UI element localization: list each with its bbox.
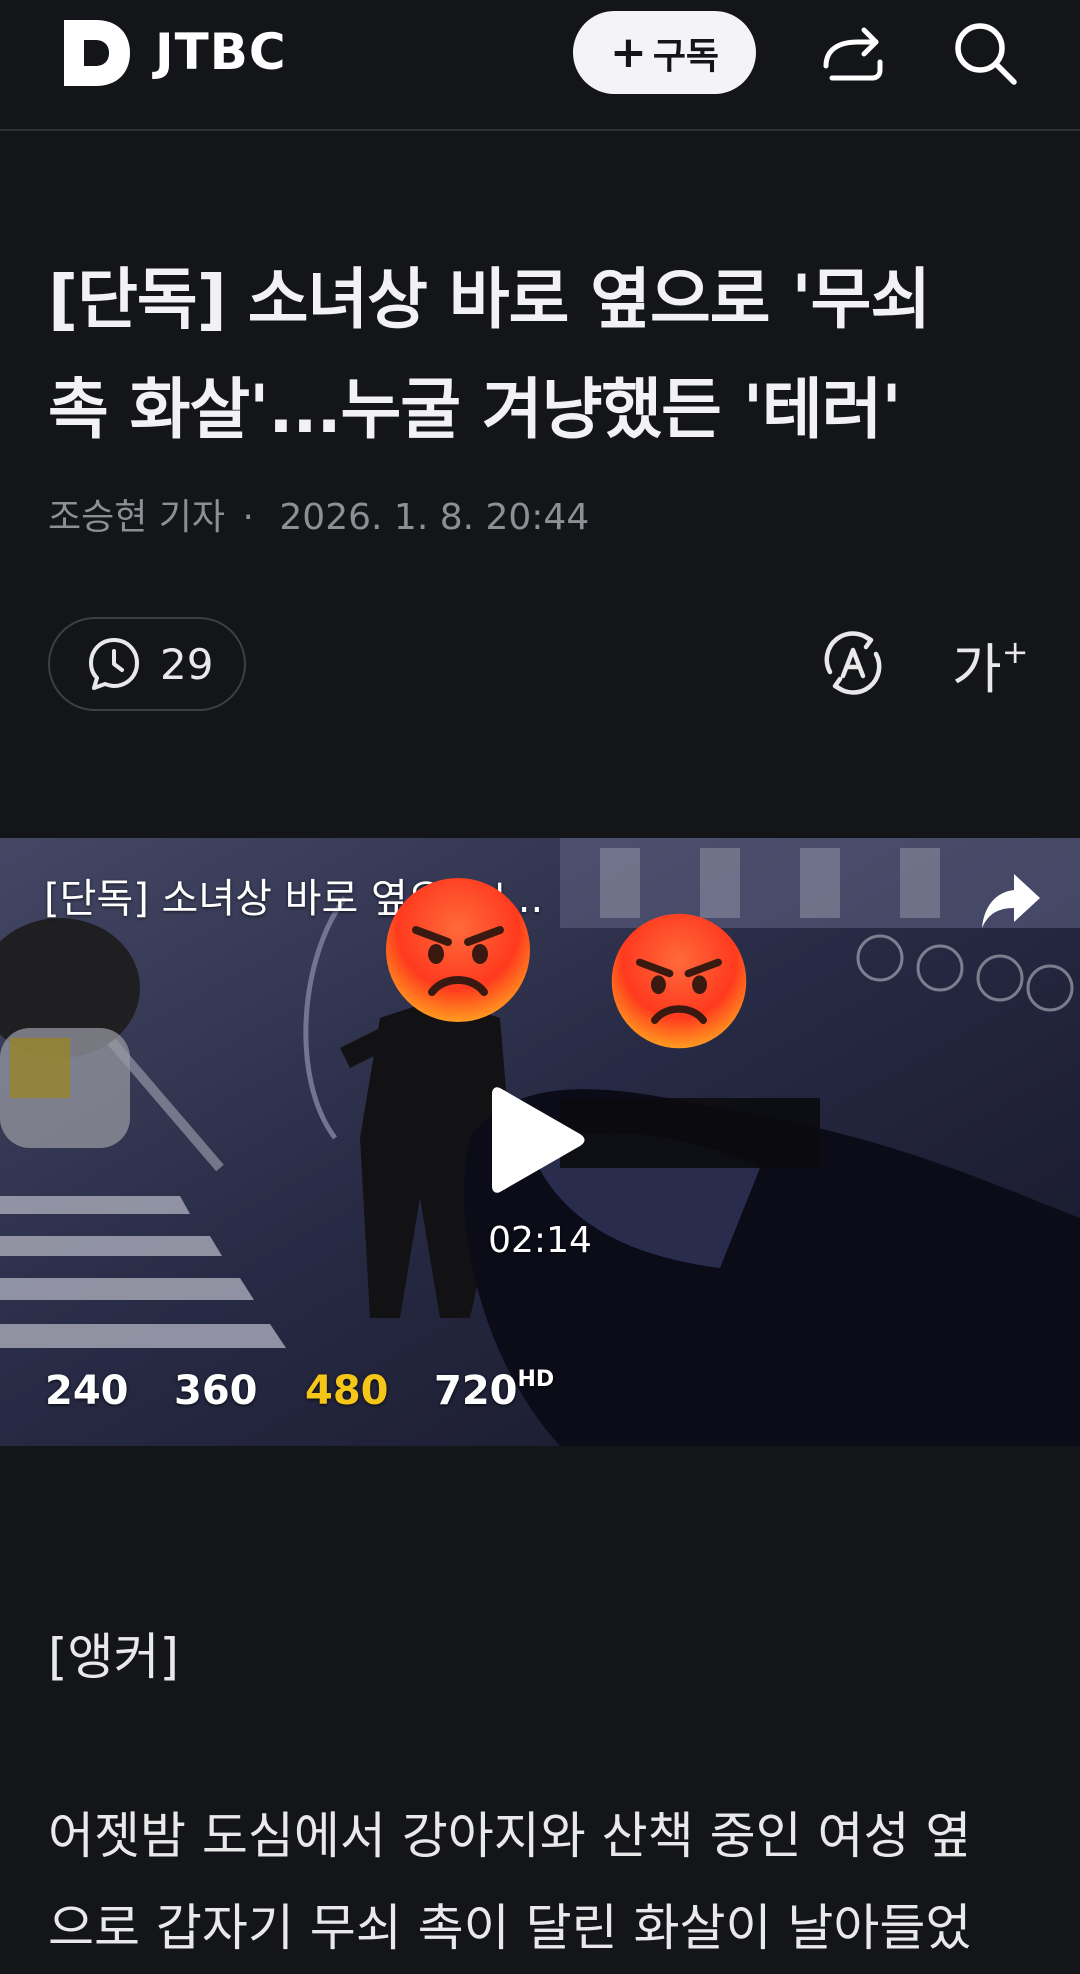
comment-icon bbox=[89, 638, 139, 690]
plus-icon: + bbox=[609, 26, 647, 78]
share-icon[interactable] bbox=[818, 18, 888, 88]
angry-face-icon bbox=[386, 878, 530, 1022]
anchor-label: [앵커] bbox=[48, 1628, 180, 1686]
play-icon[interactable] bbox=[490, 1082, 586, 1198]
font-size-label: 가 bbox=[952, 638, 1002, 701]
angry-face-icon bbox=[611, 913, 747, 1049]
quality-720-label: 720 bbox=[434, 1368, 518, 1414]
video-share-icon[interactable] bbox=[978, 870, 1044, 932]
article-title-line2: 촉 화살'...누굴 겨냥했든 '테러' bbox=[48, 371, 902, 448]
hd-badge: HD bbox=[517, 1366, 555, 1392]
font-size-plus: + bbox=[1001, 633, 1029, 671]
meta-separator: · bbox=[242, 497, 254, 538]
article-meta: 조승현 기자 · 2026. 1. 8. 20:44 bbox=[48, 488, 589, 540]
quality-360[interactable]: 360 bbox=[174, 1368, 258, 1414]
article-title: [단독] 소녀상 바로 옆으로 '무쇠 촉 화살'...누굴 겨냥했든 '테러' bbox=[48, 245, 1038, 465]
channel-name[interactable]: JTBC bbox=[155, 20, 287, 84]
published-datetime: 2026. 1. 8. 20:44 bbox=[279, 497, 590, 538]
reporter-name[interactable]: 조승현 기자 bbox=[48, 497, 225, 538]
video-player[interactable]: [단독] 소녀상 바로 옆으로 '... 02:14 240 360 480 7… bbox=[0, 838, 1080, 1446]
quality-240[interactable]: 240 bbox=[45, 1368, 129, 1414]
video-duration: 02:14 bbox=[488, 1220, 592, 1261]
comment-button[interactable]: 29 bbox=[48, 617, 246, 711]
font-size-icon[interactable]: 가+ bbox=[952, 625, 1029, 704]
subscribe-label: 구독 bbox=[652, 35, 720, 77]
subscribe-button[interactable]: + 구독 bbox=[573, 11, 756, 94]
daum-logo-icon[interactable] bbox=[62, 18, 132, 88]
paragraph-line2: 으로 갑자기 무쇠 촉이 달린 화살이 날아들었 bbox=[48, 1899, 972, 1957]
quality-720[interactable]: 720HD bbox=[434, 1366, 555, 1414]
paragraph-line1: 어젯밤 도심에서 강아지와 산책 중인 여성 옆 bbox=[48, 1807, 972, 1865]
article-title-line1: [단독] 소녀상 바로 옆으로 '무쇠 bbox=[48, 261, 931, 338]
article-paragraph: 어젯밤 도심에서 강아지와 산책 중인 여성 옆 으로 갑자기 무쇠 촉이 달린… bbox=[48, 1790, 1048, 1974]
translate-icon[interactable] bbox=[818, 628, 888, 698]
comment-count: 29 bbox=[160, 639, 214, 689]
top-header: JTBC + 구독 bbox=[0, 0, 1080, 131]
search-icon[interactable] bbox=[950, 18, 1020, 88]
quality-480[interactable]: 480 bbox=[305, 1368, 389, 1414]
